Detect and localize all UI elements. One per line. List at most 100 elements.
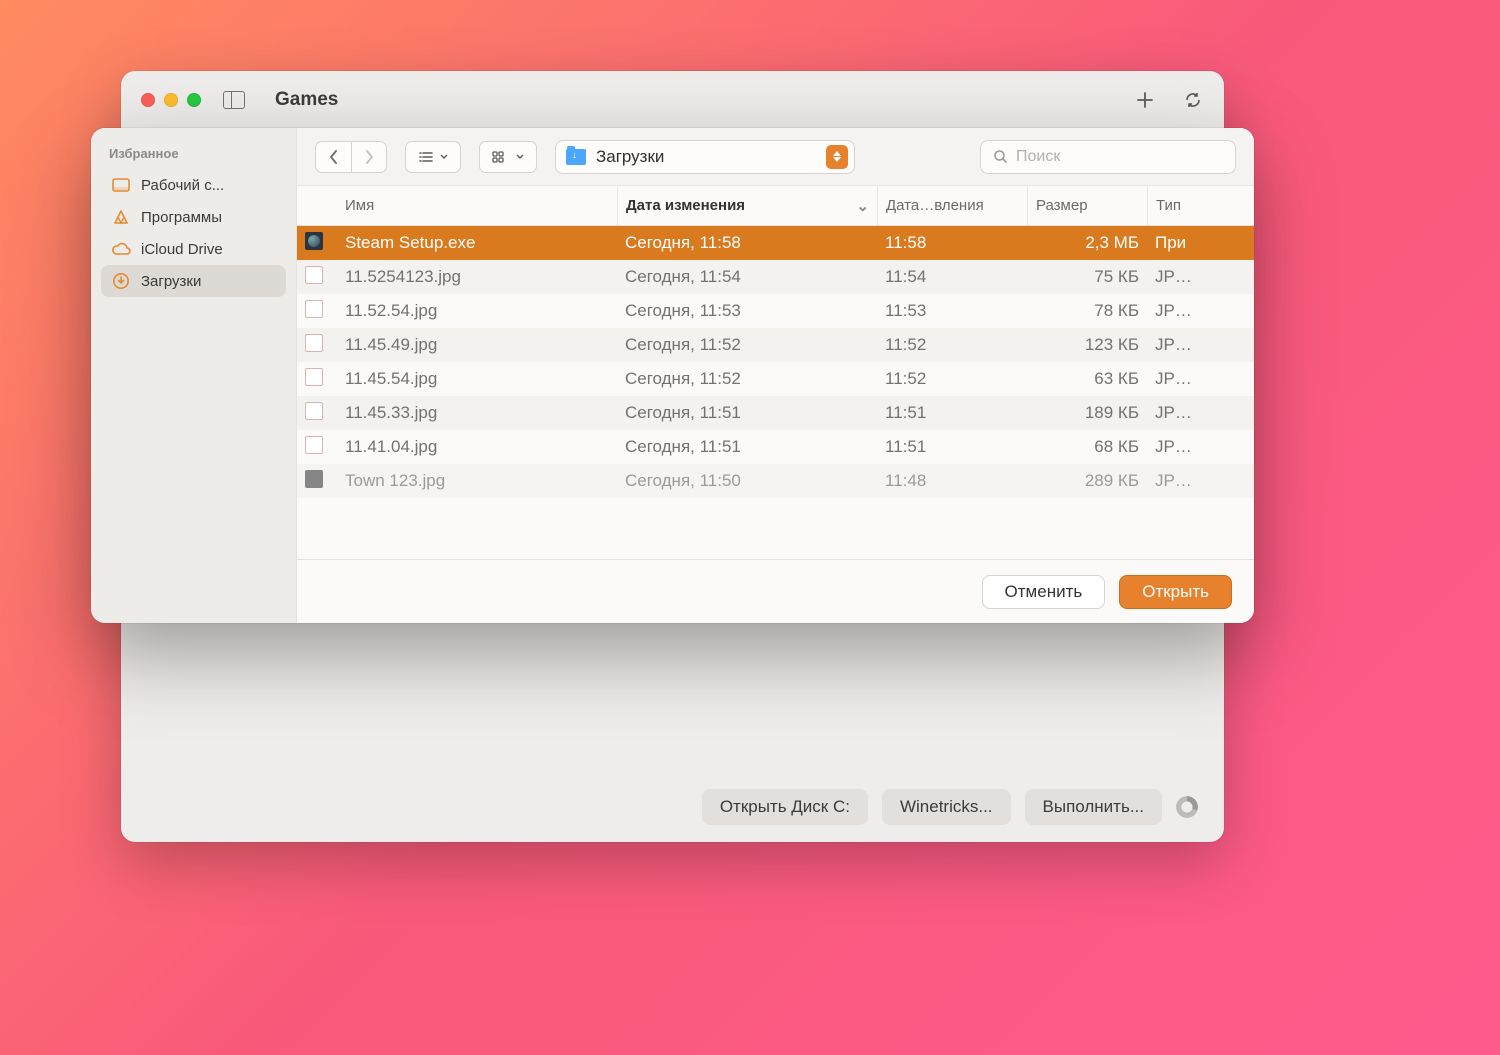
file-row[interactable]: 11.45.49.jpgСегодня, 11:5211:52123 КБJPE…	[297, 328, 1254, 362]
file-modified: Сегодня, 11:54	[617, 267, 877, 287]
toggle-sidebar-icon[interactable]	[223, 91, 245, 109]
file-modified: Сегодня, 11:51	[617, 403, 877, 423]
list-icon	[418, 151, 434, 163]
file-row[interactable]: 11.45.54.jpgСегодня, 11:5211:5263 КБJPEG	[297, 362, 1254, 396]
sidebar-item-icloud[interactable]: iCloud Drive	[101, 233, 286, 265]
file-name: Town 123.jpg	[337, 471, 617, 491]
add-button[interactable]	[1134, 89, 1156, 111]
file-size: 75 КБ	[1027, 267, 1147, 287]
search-icon	[993, 149, 1008, 164]
minimize-window-button[interactable]	[164, 93, 178, 107]
sidebar-item-desktop[interactable]: Рабочий с...	[101, 169, 286, 201]
search-input[interactable]	[1016, 148, 1223, 166]
file-icon	[305, 266, 323, 284]
file-name: 11.41.04.jpg	[337, 437, 617, 457]
column-modified[interactable]: Дата изменения ⌄	[617, 186, 877, 225]
file-created: 11:52	[877, 369, 1027, 389]
file-modified: Сегодня, 11:51	[617, 437, 877, 457]
file-icon	[305, 436, 323, 454]
file-name: 11.45.49.jpg	[337, 335, 617, 355]
close-window-button[interactable]	[141, 93, 155, 107]
column-name[interactable]: Имя	[337, 186, 617, 225]
file-row[interactable]: 11.52.54.jpgСегодня, 11:5311:5378 КБJPEG	[297, 294, 1254, 328]
column-created[interactable]: Дата…вления	[877, 186, 1027, 225]
file-type: JPEG	[1147, 369, 1207, 389]
file-modified: Сегодня, 11:58	[617, 233, 877, 253]
sidebar-item-apps[interactable]: Программы	[101, 201, 286, 233]
file-name: 11.45.33.jpg	[337, 403, 617, 423]
dialog-toolbar: Загрузки	[297, 128, 1254, 186]
cancel-button[interactable]: Отменить	[982, 575, 1106, 609]
file-icon	[305, 334, 323, 352]
sidebar-section-header: Избранное	[101, 142, 286, 165]
file-created: 11:52	[877, 335, 1027, 355]
file-modified: Сегодня, 11:53	[617, 301, 877, 321]
sidebar-item-downloads[interactable]: Загрузки	[101, 265, 286, 297]
file-icon	[305, 300, 323, 318]
sidebar-item-label: Рабочий с...	[141, 177, 224, 194]
file-name: 11.52.54.jpg	[337, 301, 617, 321]
dialog-main: Загрузки Имя Дата изменения ⌄ Дата…влени…	[297, 128, 1254, 623]
file-row[interactable]: 11.45.33.jpgСегодня, 11:5111:51189 КБJPE…	[297, 396, 1254, 430]
file-name: 11.5254123.jpg	[337, 267, 617, 287]
titlebar: Games	[121, 71, 1224, 129]
loading-spinner-icon	[1176, 796, 1198, 818]
file-row[interactable]: 11.5254123.jpgСегодня, 11:5411:5475 КБJP…	[297, 260, 1254, 294]
desktop-icon	[111, 175, 131, 195]
winetricks-button[interactable]: Winetricks...	[882, 789, 1011, 825]
column-type[interactable]: Тип	[1147, 186, 1207, 225]
window-controls	[141, 93, 201, 107]
file-created: 11:51	[877, 403, 1027, 423]
column-headers: Имя Дата изменения ⌄ Дата…вления Размер …	[297, 186, 1254, 226]
file-icon	[305, 470, 323, 488]
file-type: JPEG	[1147, 335, 1207, 355]
sidebar-item-label: Программы	[141, 209, 222, 226]
file-type: JPEG	[1147, 267, 1207, 287]
zoom-window-button[interactable]	[187, 93, 201, 107]
file-icon	[305, 402, 323, 420]
file-size: 63 КБ	[1027, 369, 1147, 389]
path-dropdown-icon	[826, 145, 848, 169]
file-modified: Сегодня, 11:52	[617, 369, 877, 389]
path-selector[interactable]: Загрузки	[555, 140, 855, 174]
grid-icon	[492, 151, 510, 163]
file-size: 123 КБ	[1027, 335, 1147, 355]
file-row[interactable]: 11.41.04.jpgСегодня, 11:5111:5168 КБJPEG	[297, 430, 1254, 464]
column-size[interactable]: Размер	[1027, 186, 1147, 225]
file-row[interactable]: Steam Setup.exeСегодня, 11:5811:582,3 МБ…	[297, 226, 1254, 260]
file-list[interactable]: Steam Setup.exeСегодня, 11:5811:582,3 МБ…	[297, 226, 1254, 559]
file-created: 11:54	[877, 267, 1027, 287]
apps-icon	[111, 207, 131, 227]
file-created: 11:53	[877, 301, 1027, 321]
file-type: JPEG	[1147, 471, 1207, 491]
file-size: 2,3 МБ	[1027, 233, 1147, 253]
file-created: 11:48	[877, 471, 1027, 491]
file-modified: Сегодня, 11:50	[617, 471, 877, 491]
view-group-button[interactable]	[479, 141, 537, 173]
file-modified: Сегодня, 11:52	[617, 335, 877, 355]
open-file-dialog: Избранное Рабочий с... Программы iCloud Dr…	[91, 128, 1254, 623]
view-list-button[interactable]	[405, 141, 461, 173]
icloud-icon	[111, 239, 131, 259]
search-field[interactable]	[980, 140, 1236, 174]
file-icon	[305, 232, 323, 250]
window-title: Games	[275, 89, 338, 111]
sidebar-item-label: iCloud Drive	[141, 241, 223, 258]
file-icon	[305, 368, 323, 386]
folder-icon	[566, 149, 586, 165]
file-row[interactable]: Town 123.jpgСегодня, 11:5011:48289 КБJPE…	[297, 464, 1254, 498]
file-size: 78 КБ	[1027, 301, 1147, 321]
chevron-down-icon	[516, 154, 524, 160]
nav-forward-button[interactable]	[351, 141, 387, 173]
file-type: JPEG	[1147, 403, 1207, 423]
file-name: Steam Setup.exe	[337, 233, 617, 253]
file-size: 68 КБ	[1027, 437, 1147, 457]
file-type: JPEG	[1147, 301, 1207, 321]
dialog-footer: Отменить Открыть	[297, 559, 1254, 623]
refresh-button[interactable]	[1182, 89, 1204, 111]
execute-button[interactable]: Выполнить...	[1025, 789, 1162, 825]
open-button[interactable]: Открыть	[1119, 575, 1232, 609]
file-created: 11:58	[877, 233, 1027, 253]
nav-back-button[interactable]	[315, 141, 351, 173]
open-disk-c-button[interactable]: Открыть Диск С:	[702, 789, 868, 825]
